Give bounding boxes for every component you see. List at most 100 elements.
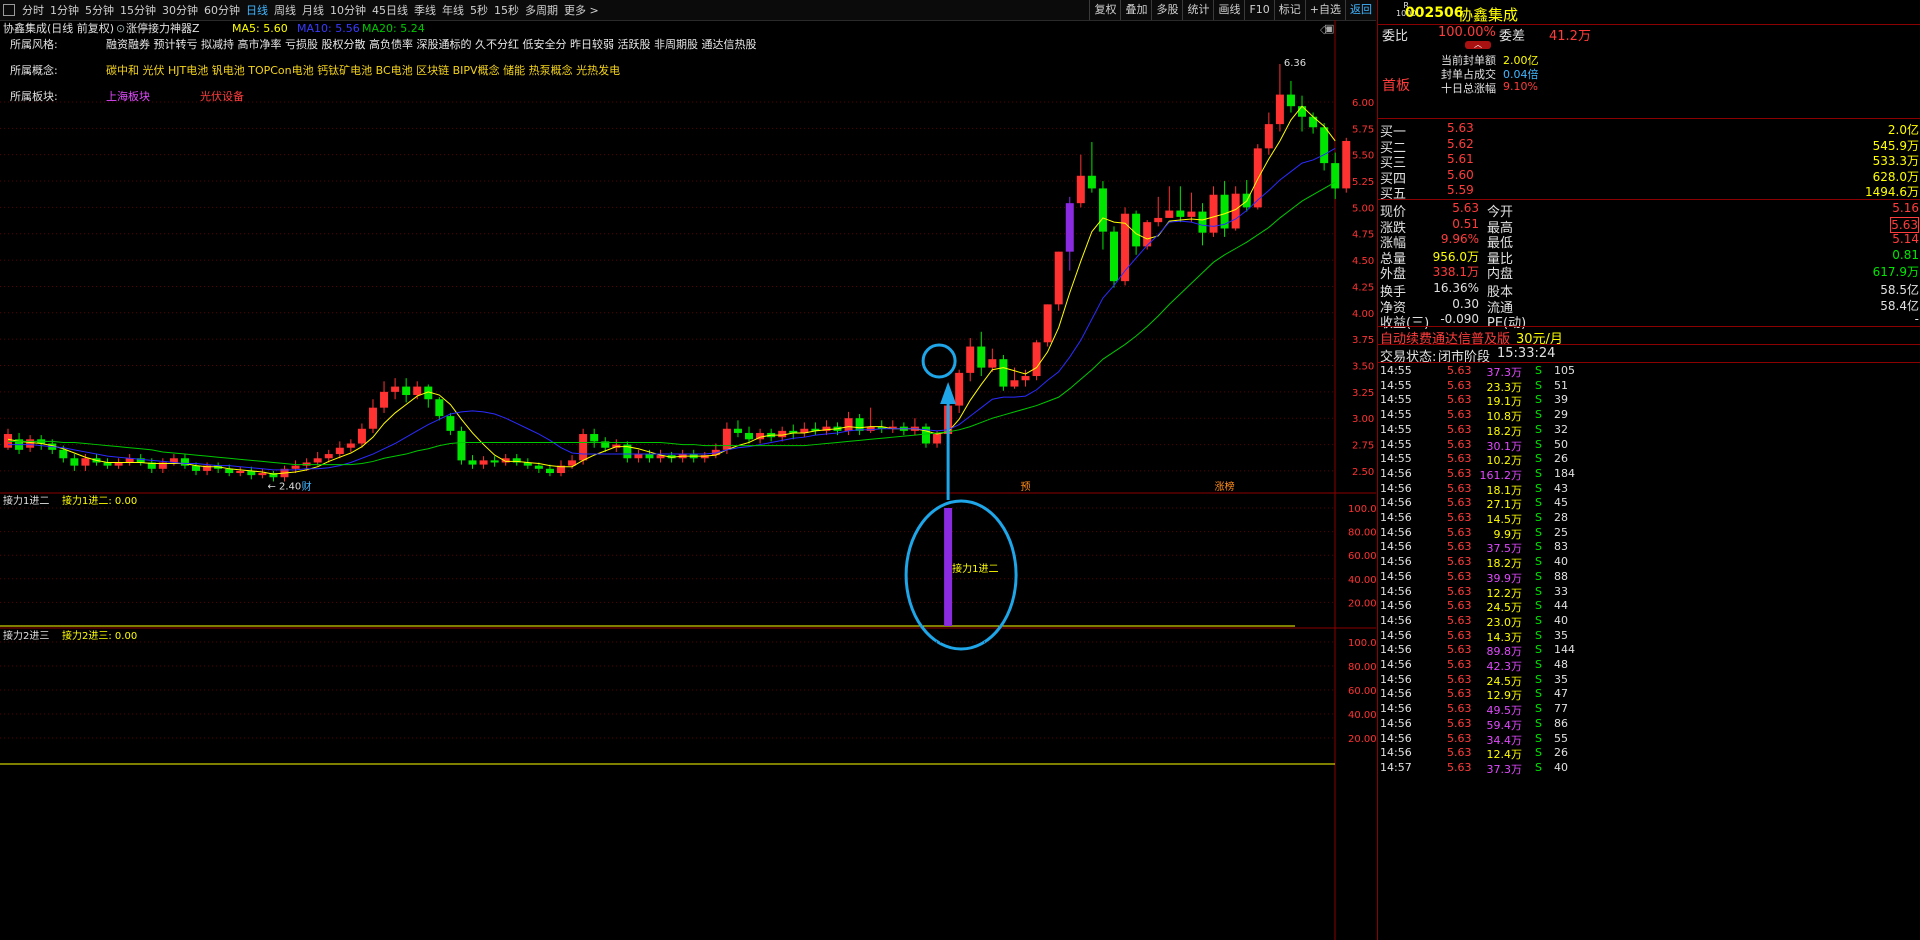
tick-row-22[interactable]: 14:56 5.63 12.9万 S 47 [1378, 687, 1920, 702]
tick-row-5[interactable]: 14:55 5.63 30.1万 S 50 [1378, 438, 1920, 453]
period-tab-8[interactable]: 月线 [299, 2, 327, 18]
tick-row-9[interactable]: 14:56 5.63 27.1万 S 45 [1378, 496, 1920, 511]
tick-row-23[interactable]: 14:56 5.63 49.5万 S 77 [1378, 702, 1920, 718]
price-tick-3: 5.25 [1352, 177, 1374, 188]
collapse-arrow-icon[interactable]: ︿ [1465, 41, 1491, 49]
tick-price: 5.63 [1447, 584, 1472, 598]
tick-row-0[interactable]: 14:55 5.63 37.3万 S 105 [1378, 364, 1920, 379]
candle-body-114 [1264, 124, 1273, 149]
candle-body-89 [988, 359, 997, 368]
period-tab-0[interactable]: 分时 [19, 2, 47, 18]
tick-row-17[interactable]: 14:56 5.63 23.0万 S 40 [1378, 614, 1920, 629]
bid-volume-1: 545.9万 [1872, 138, 1919, 153]
period-tab-4[interactable]: 30分钟 [159, 2, 201, 18]
period-tab-11[interactable]: 季线 [411, 2, 439, 18]
tick-row-3[interactable]: 14:55 5.63 10.8万 S 29 [1378, 408, 1920, 423]
period-tab-7[interactable]: 周线 [271, 2, 299, 18]
quote-panel: R 1000 002506 协鑫集成 委比 100.00% 委差 41.2万 ︿ … [1377, 0, 1920, 940]
price-tick-12: 3.00 [1352, 414, 1374, 425]
toolbar-btn-1[interactable]: 叠加 [1120, 0, 1151, 20]
menu-icon[interactable] [3, 4, 15, 16]
tick-row-6[interactable]: 14:55 5.63 10.2万 S 26 [1378, 452, 1920, 468]
tick-row-15[interactable]: 14:56 5.63 12.2万 S 33 [1378, 584, 1920, 600]
tick-volume: 10.2万 [1486, 454, 1523, 468]
period-tab-6[interactable]: 日线 [243, 2, 271, 18]
relay23-value: 接力2进三: 0.00 [62, 629, 137, 642]
stat-value-2: 9.96% [1440, 232, 1479, 247]
toolbar-btn-8[interactable]: 返回 [1345, 0, 1376, 20]
tick-price: 5.63 [1447, 555, 1472, 569]
toolbar-btn-0[interactable]: 复权 [1089, 0, 1120, 20]
event-marker-1[interactable]: 预 [1021, 481, 1031, 493]
tick-side: S [1535, 452, 1542, 466]
tick-time: 14:56 [1380, 643, 1412, 657]
tick-row-20[interactable]: 14:56 5.63 42.3万 S 48 [1378, 658, 1920, 673]
tick-row-27[interactable]: 14:57 5.63 37.3万 S 40 [1378, 761, 1920, 776]
tick-row-7[interactable]: 14:56 5.63 161.2万 S 184 [1378, 467, 1920, 482]
relay23-tick-3: 40.00 [1348, 710, 1376, 721]
tick-row-11[interactable]: 14:56 5.63 9.9万 S 25 [1378, 526, 1920, 541]
tick-price: 5.63 [1447, 746, 1472, 760]
tick-volume: 49.5万 [1486, 704, 1523, 718]
tick-row-2[interactable]: 14:55 5.63 19.1万 S 39 [1378, 393, 1920, 408]
tick-row-4[interactable]: 14:55 5.63 18.2万 S 32 [1378, 423, 1920, 438]
price-tick-5: 4.75 [1352, 230, 1374, 241]
tick-volume: 37.5万 [1486, 542, 1523, 556]
toolbar-btn-4[interactable]: 画线 [1213, 0, 1244, 20]
toolbar-btn-6[interactable]: 标记 [1273, 0, 1305, 20]
period-tab-9[interactable]: 10分钟 [327, 2, 369, 18]
tick-volume: 23.3万 [1486, 380, 1523, 394]
tick-side: S [1535, 540, 1542, 554]
tick-row-10[interactable]: 14:56 5.63 14.5万 S 28 [1378, 511, 1920, 526]
tick-volume: 9.9万 [1493, 527, 1523, 541]
trade-status-time: 15:33:24 [1497, 346, 1556, 361]
period-tab-16[interactable]: 更多 > [561, 2, 602, 18]
period-tab-1[interactable]: 1分钟 [47, 2, 82, 18]
relay12-signal-label: 接力1进二 [952, 562, 998, 575]
tick-row-8[interactable]: 14:56 5.63 18.1万 S 43 [1378, 482, 1920, 497]
period-tab-15[interactable]: 多周期 [522, 2, 561, 18]
tick-row-16[interactable]: 14:56 5.63 24.5万 S 44 [1378, 599, 1920, 614]
period-tab-13[interactable]: 5秒 [467, 2, 491, 18]
tick-row-19[interactable]: 14:56 5.63 89.8万 S 144 [1378, 643, 1920, 658]
tick-count: 144 [1554, 643, 1575, 657]
board-status: 首板 [1382, 78, 1410, 94]
period-tab-2[interactable]: 5分钟 [82, 2, 117, 18]
toolbar-btn-5[interactable]: F10 [1244, 0, 1273, 20]
tick-row-13[interactable]: 14:56 5.63 18.2万 S 40 [1378, 555, 1920, 570]
tick-price: 5.63 [1447, 716, 1472, 730]
tick-count: 105 [1554, 364, 1575, 377]
toolbar-btn-7[interactable]: +自选 [1304, 0, 1345, 20]
tick-row-18[interactable]: 14:56 5.63 14.3万 S 35 [1378, 628, 1920, 644]
price-tick-10: 3.50 [1352, 362, 1374, 373]
tick-count: 35 [1554, 672, 1568, 686]
window-icon[interactable]: ▣ [1324, 22, 1334, 35]
tick-time: 14:55 [1380, 378, 1412, 392]
tick-count: 83 [1554, 540, 1568, 554]
toolbar-btn-3[interactable]: 统计 [1182, 0, 1213, 20]
period-tab-3[interactable]: 15分钟 [117, 2, 159, 18]
indicator-name[interactable]: 涨停接力神器Z [126, 21, 200, 35]
toolbar-btn-2[interactable]: 多股 [1151, 0, 1182, 20]
chart-title-row: 协鑫集成(日线 前复权) ⊙ 涨停接力神器Z MA5: 5.60 MA10: 5… [3, 21, 425, 35]
tick-row-24[interactable]: 14:56 5.63 59.4万 S 86 [1378, 716, 1920, 732]
sector-shanghai[interactable]: 上海板块 [106, 88, 200, 114]
tick-row-21[interactable]: 14:56 5.63 24.5万 S 35 [1378, 672, 1920, 688]
period-tab-10[interactable]: 45日线 [369, 2, 411, 18]
tick-row-1[interactable]: 14:55 5.63 23.3万 S 51 [1378, 378, 1920, 394]
period-tab-5[interactable]: 60分钟 [201, 2, 243, 18]
period-tab-12[interactable]: 年线 [439, 2, 467, 18]
event-marker-2[interactable]: 涨榜 [1215, 480, 1235, 493]
candle-body-52 [579, 434, 588, 461]
tick-row-26[interactable]: 14:56 5.63 12.4万 S 26 [1378, 746, 1920, 761]
period-tab-14[interactable]: 15秒 [491, 2, 522, 18]
sector-pv-equipment[interactable]: 光伏设备 [200, 88, 244, 114]
tick-row-25[interactable]: 14:56 5.63 34.4万 S 55 [1378, 732, 1920, 747]
kline-chart[interactable]: ◇▣ 协鑫集成(日线 前复权) ⊙ 涨停接力神器Z MA5: 5.60 MA10… [0, 20, 1376, 940]
event-marker-0[interactable]: 财 [302, 480, 312, 493]
tick-time: 14:56 [1380, 628, 1412, 642]
tick-row-14[interactable]: 14:56 5.63 39.9万 S 88 [1378, 570, 1920, 585]
candle-body-90 [999, 359, 1008, 387]
tick-row-12[interactable]: 14:56 5.63 37.5万 S 83 [1378, 540, 1920, 556]
tick-count: 45 [1554, 496, 1568, 510]
